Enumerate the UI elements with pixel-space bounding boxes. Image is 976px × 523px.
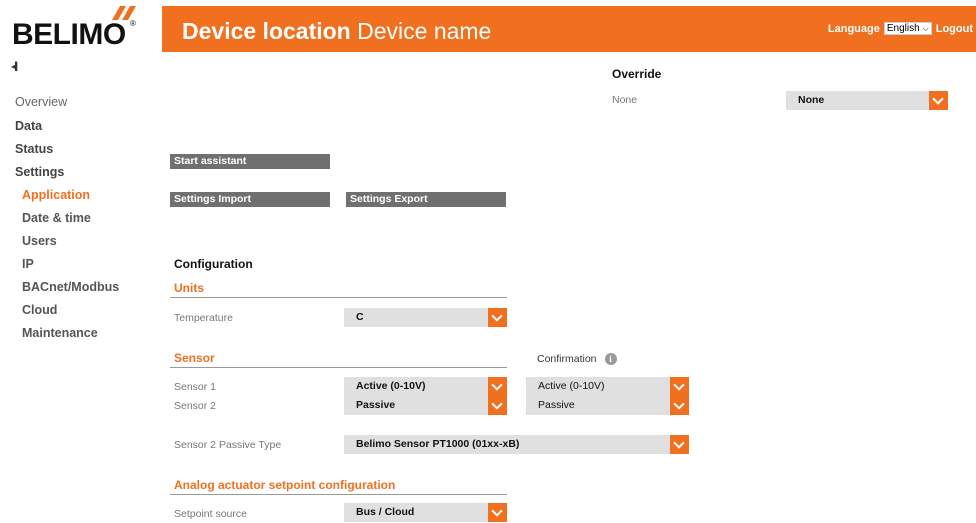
- sidebar-item-application[interactable]: Application: [22, 188, 90, 202]
- info-icon[interactable]: i: [604, 353, 617, 365]
- sidebar-item-settings[interactable]: Settings: [15, 165, 64, 179]
- logo-registered-mark: ®: [130, 19, 136, 28]
- chevron-down-icon: [488, 377, 507, 396]
- header-actions: Language English ⌵ Logout: [828, 22, 973, 35]
- sidebar-item-bacnet-modbus[interactable]: BACnet/Modbus: [22, 280, 119, 294]
- sidebar-item-data[interactable]: Data: [15, 119, 42, 133]
- sensor2-passive-type-label: Sensor 2 Passive Type: [174, 439, 282, 451]
- collapse-sidebar-icon[interactable]: ◂▍: [11, 62, 21, 71]
- language-label: Language: [827, 22, 880, 35]
- settings-export-button[interactable]: Settings Export: [346, 192, 506, 207]
- start-assistant-button[interactable]: Start assistant: [170, 154, 330, 169]
- temperature-label: Temperature: [174, 312, 233, 324]
- header-bar: Device location Device name Language Eng…: [162, 6, 976, 52]
- chevron-down-icon: [670, 396, 689, 415]
- sidebar-item-overview[interactable]: Overview: [15, 95, 67, 109]
- chevron-down-icon: [670, 377, 689, 396]
- logo-text: BELIMO: [12, 18, 126, 51]
- logout-link[interactable]: Logout: [936, 23, 973, 35]
- confirmation-header: Confirmation i: [537, 353, 617, 365]
- language-select[interactable]: English ⌵: [883, 22, 932, 35]
- override-title: Override: [612, 67, 662, 81]
- override-select[interactable]: None: [786, 91, 948, 110]
- chevron-down-icon: [929, 91, 948, 110]
- device-name: Device name: [357, 18, 492, 44]
- setpoint-source-select[interactable]: Bus / Cloud: [344, 503, 507, 522]
- sidebar-item-maintenance[interactable]: Maintenance: [22, 326, 98, 340]
- temperature-select[interactable]: C: [344, 308, 507, 327]
- sensor2-select[interactable]: Passive: [344, 396, 507, 415]
- sensor-title: Sensor: [174, 351, 215, 365]
- page-title: Device location Device name: [182, 18, 491, 45]
- setpoint-source-label: Setpoint source: [174, 508, 247, 520]
- chevron-down-icon: [488, 396, 507, 415]
- sensor2-passive-type-select[interactable]: Belimo Sensor PT1000 (01xx-xB): [344, 435, 689, 454]
- sidebar-item-users[interactable]: Users: [22, 234, 57, 248]
- sensor-divider: [170, 367, 507, 368]
- sensor1-confirm-select[interactable]: Active (0-10V): [526, 377, 689, 396]
- sidebar-item-cloud[interactable]: Cloud: [22, 303, 57, 317]
- analog-setpoint-title: Analog actuator setpoint configuration: [174, 478, 396, 492]
- chevron-down-icon: [670, 435, 689, 454]
- sensor1-label: Sensor 1: [174, 381, 217, 393]
- sensor2-label: Sensor 2: [174, 400, 217, 412]
- settings-import-button[interactable]: Settings Import: [170, 192, 330, 207]
- analog-divider: [170, 494, 507, 495]
- override-label: None: [612, 94, 638, 106]
- chevron-down-icon: [488, 503, 507, 522]
- sidebar-item-ip[interactable]: IP: [22, 257, 34, 271]
- units-title: Units: [174, 281, 204, 295]
- sensor1-select[interactable]: Active (0-10V): [344, 377, 507, 396]
- chevron-down-icon: [488, 308, 507, 327]
- chevron-down-icon: ⌵: [922, 24, 929, 33]
- belimo-logo: BELIMO ®: [12, 6, 162, 52]
- sidebar-item-status[interactable]: Status: [15, 142, 53, 156]
- sensor2-confirm-select[interactable]: Passive: [526, 396, 689, 415]
- units-divider: [170, 297, 507, 298]
- configuration-title: Configuration: [174, 257, 253, 271]
- sidebar-item-date-time[interactable]: Date & time: [22, 211, 91, 225]
- device-location: Device location: [182, 18, 351, 44]
